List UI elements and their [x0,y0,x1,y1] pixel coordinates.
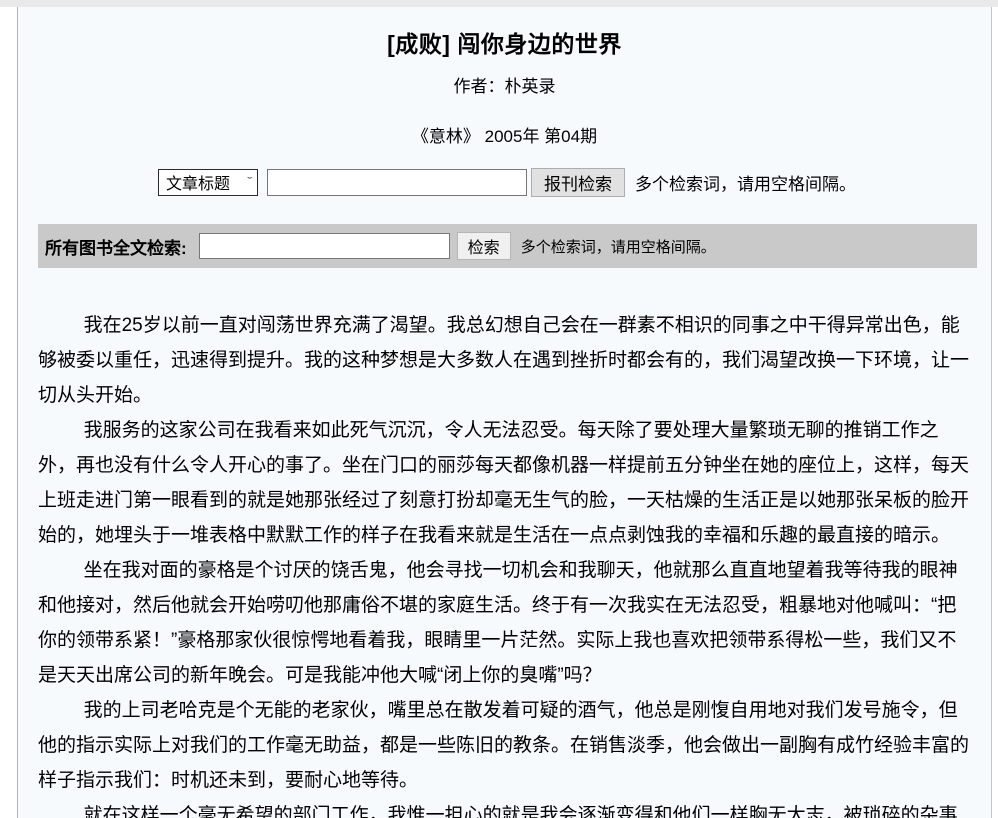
search-field-select-value: 文章标题 [166,176,231,193]
right-page-margin [991,7,998,818]
article-paragraph: 我的上司老哈克是个无能的老家伙，嘴里总在散发着可疑的酒气，他总是刚愎自用地对我们… [38,700,970,791]
author-line: 作者：朴英录 [453,77,556,96]
periodical-search-button[interactable]: 报刊检索 [531,167,625,197]
article-paragraph: 就在这样一个毫无希望的部门工作，我惟一担心的就是我会逐渐变得和他们一样胸无大志，… [83,805,958,818]
article-paragraph: 我在25岁以前一直对闯荡世界充满了渴望。我总幻想自己会在一群素不相识的同事之中干… [38,315,970,406]
periodical-search-hint: 多个检索词，请用空格间隔。 [635,174,856,194]
browser-top-strip [0,0,998,7]
fulltext-search-bar: 所有图书全文检索: 检索 多个检索词，请用空格间隔。 [38,224,977,268]
chevron-down-icon: ˇ [247,176,253,188]
article-body: 我在25岁以前一直对闯荡世界充满了渴望。我总幻想自己会在一群素不相识的同事之中干… [18,308,991,818]
source-line: 《意林》 2005年 第04期 [411,127,598,146]
fulltext-search-hint: 多个检索词，请用空格间隔。 [520,238,716,256]
article-paragraph: 坐在我对面的豪格是个讨厌的饶舌鬼，他会寻找一切机会和我聊天，他就那么直直地望着我… [38,560,958,686]
article-paragraph: 我服务的这家公司在我看来如此死气沉沉，令人无法忍受。每天除了要处理大量繁琐无聊的… [38,420,970,546]
fulltext-search-input[interactable] [198,233,450,259]
fulltext-search-button[interactable]: 检索 [456,232,511,260]
article-page: [成败] 闯你身边的世界 作者：朴英录 《意林》 2005年 第04期 文章标题… [18,7,991,818]
left-page-margin [0,7,18,818]
periodical-search-input[interactable] [267,168,527,196]
periodical-search-row: 文章标题 ˇ 报刊检索 多个检索词，请用空格间隔。 [18,167,991,197]
page: [成败] 闯你身边的世界 作者：朴英录 《意林》 2005年 第04期 文章标题… [0,7,998,818]
fulltext-search-label: 所有图书全文检索: [45,238,187,258]
page-title: [成败] 闯你身边的世界 [387,31,622,57]
search-field-select[interactable]: 文章标题 ˇ [158,168,258,196]
